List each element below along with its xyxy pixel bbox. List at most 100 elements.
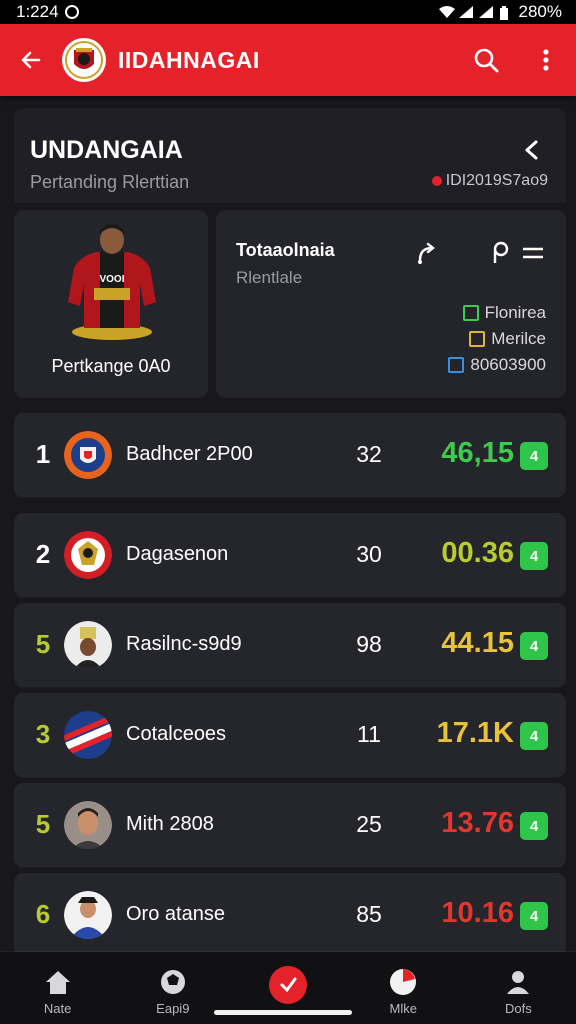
- share-button[interactable]: [412, 238, 442, 268]
- square-icon: [469, 331, 486, 347]
- section-header: UNDANGAIA Pertanding Rlerttian IDI2019S7…: [14, 108, 566, 203]
- player-illustration: VOOI: [68, 224, 156, 340]
- row-name: Dagasenon: [126, 543, 229, 565]
- live-dot-icon: [431, 176, 442, 186]
- wifi-icon: [438, 6, 455, 18]
- ranking-row[interactable]: 2 Dagasenon 30 00.36 4: [14, 513, 566, 597]
- check-square-icon: [462, 305, 479, 321]
- app-title: IIDAHNAGAI: [118, 46, 260, 73]
- ranking-row[interactable]: 1 Badhcer 2P00 32 46,15 4: [14, 413, 566, 497]
- ranking-row[interactable]: 3 Cotalceoes 11 17.1K 4: [14, 693, 566, 777]
- row-name: Badhcer 2P00: [126, 443, 253, 465]
- notification-icon: [64, 5, 79, 19]
- row-badge[interactable]: 4: [520, 722, 548, 750]
- row-value: 30: [356, 541, 382, 567]
- team-avatar: [64, 621, 112, 669]
- row-badge[interactable]: 4: [520, 542, 548, 570]
- nav-item-stats[interactable]: Mlke: [346, 952, 461, 1024]
- app-bar: IIDAHNAGAI: [0, 24, 576, 96]
- ranking-row[interactable]: 5 Rasilnc-s9d9 98 44.15 4: [14, 603, 566, 687]
- team-avatar: [64, 801, 112, 849]
- home-indicator[interactable]: [214, 1010, 352, 1015]
- collapse-button[interactable]: [518, 136, 546, 164]
- row-score: 10.16: [441, 897, 514, 929]
- signal-icon-2: [478, 6, 493, 18]
- search-icon: [474, 48, 499, 73]
- legend-label: 80603900: [470, 355, 546, 374]
- row-badge[interactable]: 4: [520, 632, 548, 660]
- status-left: 1:224: [16, 2, 79, 22]
- jersey-text: VOOI: [99, 274, 124, 285]
- row-score: 17.1K: [436, 717, 514, 749]
- row-rank: 1: [35, 439, 51, 469]
- ranking-row[interactable]: 5 Mith 2808 25 13.76 4: [14, 783, 566, 867]
- club-crest-icon: [65, 41, 103, 79]
- ball-icon: [157, 966, 189, 998]
- square-icon: [448, 357, 465, 373]
- battery-icon: [499, 6, 513, 20]
- more-vert-icon: [543, 49, 549, 71]
- row-rank: 2: [35, 539, 51, 569]
- team-avatar: [64, 891, 112, 939]
- profile-icon: [502, 966, 534, 998]
- pin-button[interactable]: [486, 238, 516, 268]
- player-card[interactable]: VOOI Pertkange 0A0: [14, 210, 208, 398]
- row-value: 11: [357, 721, 381, 747]
- pin-icon: [493, 241, 509, 263]
- nav-label: Dofs: [505, 1001, 532, 1016]
- section-meta: IDI2019S7ao9: [431, 172, 548, 190]
- stats-subtitle: Rlentlale: [236, 268, 303, 287]
- player-caption: Pertkange 0A0: [51, 356, 171, 376]
- team-avatar: [64, 431, 112, 479]
- stats-title: Totaaolnaia: [236, 240, 335, 260]
- row-value: 32: [356, 441, 382, 467]
- row-score: 13.76: [441, 807, 514, 839]
- legend-label: Merilce: [491, 329, 546, 348]
- nav-item-home[interactable]: Nate: [0, 952, 115, 1024]
- center-action-icon: [269, 966, 307, 1004]
- nav-label: Eapi9: [156, 1001, 190, 1016]
- nav-item-profile[interactable]: Dofs: [461, 952, 576, 1024]
- row-name: Cotalceoes: [126, 723, 227, 745]
- search-button[interactable]: [456, 24, 516, 96]
- battery-percent: 280%: [518, 2, 562, 21]
- arrow-left-icon: [21, 51, 41, 69]
- row-rank: 5: [35, 809, 51, 839]
- section-title: UNDANGAIA: [30, 136, 183, 164]
- status-time: 1:224: [16, 2, 59, 21]
- legend-item: Merilce: [469, 329, 546, 349]
- legend-label: Flonirea: [484, 303, 546, 322]
- menu-icon: [523, 247, 543, 259]
- section-subtitle: Pertanding Rlerttian: [30, 172, 190, 192]
- legend-item: Flonirea: [462, 303, 546, 323]
- row-score: 46,15: [441, 437, 514, 469]
- stats-card[interactable]: Totaaolnaia Rlentlale Flonirea Merilce 8…: [216, 210, 566, 398]
- status-right: 280%: [438, 2, 562, 22]
- row-value: 25: [356, 811, 382, 837]
- more-options-button[interactable]: [516, 24, 576, 96]
- row-badge[interactable]: 4: [520, 442, 548, 470]
- nav-label: Nate: [43, 1001, 72, 1016]
- signal-icon: [458, 6, 473, 18]
- legend-item: 80603900: [448, 355, 546, 375]
- row-score: 44.15: [441, 627, 514, 659]
- row-name: Rasilnc-s9d9: [126, 633, 242, 655]
- home-icon: [42, 966, 74, 998]
- row-badge[interactable]: 4: [520, 812, 548, 840]
- status-bar: 1:224 280%: [0, 0, 576, 24]
- section-meta-text: IDI2019S7ao9: [445, 172, 548, 189]
- row-name: Mith 2808: [126, 813, 214, 835]
- ranking-row[interactable]: 6 Oro atanse 85 10.16 4: [14, 873, 566, 957]
- row-name: Oro atanse: [126, 903, 225, 925]
- chevron-left-icon: [525, 140, 538, 160]
- chart-pie-icon: [387, 966, 419, 998]
- row-badge[interactable]: 4: [520, 902, 548, 930]
- row-rank: 5: [35, 629, 51, 659]
- share-icon: [418, 242, 435, 264]
- club-logo: [62, 38, 106, 82]
- row-score: 00.36: [441, 537, 514, 569]
- back-button[interactable]: [0, 24, 62, 96]
- menu-button[interactable]: [518, 238, 548, 268]
- team-avatar: [64, 711, 112, 759]
- row-value: 85: [356, 901, 382, 927]
